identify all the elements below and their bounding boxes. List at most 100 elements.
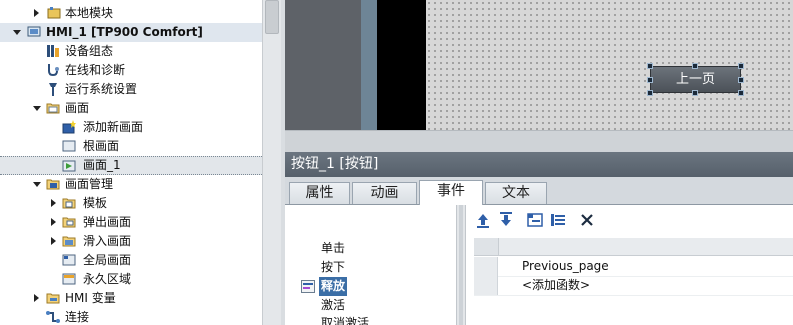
runtime-settings-icon — [46, 82, 60, 96]
selection-handle[interactable] — [647, 63, 653, 69]
tree-item-device-config[interactable]: 设备组态 — [0, 42, 262, 61]
tree-item-screen-management[interactable]: 画面管理 — [0, 175, 262, 194]
expand-arrow-icon[interactable] — [34, 294, 39, 302]
function-row[interactable]: Previous_page — [474, 257, 793, 277]
folder-icon — [46, 101, 60, 115]
editor-bottom-bar — [285, 130, 793, 153]
tree-item-connections[interactable]: 连接 — [0, 308, 262, 325]
tree-item-online-diagnostics[interactable]: 在线和诊断 — [0, 61, 262, 80]
global-screen-icon — [62, 253, 76, 267]
event-label: 释放 — [319, 277, 348, 296]
delete-icon[interactable] — [578, 211, 596, 229]
tab-texts[interactable]: 文本 — [485, 182, 547, 204]
event-item-activate[interactable]: 激活 — [285, 296, 455, 315]
selection-handle[interactable] — [738, 63, 744, 69]
popup-folder-icon — [62, 215, 76, 229]
add-screen-icon — [62, 120, 76, 134]
tree-scrollbar-thumb[interactable] — [265, 0, 279, 34]
screen-open-icon — [62, 159, 76, 173]
function-name: Previous_page — [522, 259, 609, 273]
inspector-title: 按钮_1 [按钮] — [291, 156, 379, 172]
tree-item-screens[interactable]: 画面 — [0, 99, 262, 118]
tree-item-local-modules[interactable]: 本地模块 — [0, 4, 262, 23]
function-row-add[interactable]: <添加函数> — [474, 276, 793, 296]
template-folder-icon — [62, 196, 76, 210]
device-config-icon — [46, 44, 60, 58]
event-label: 单击 — [321, 241, 346, 255]
add-function-placeholder: <添加函数> — [522, 278, 591, 292]
expand-arrow-icon[interactable] — [51, 218, 56, 226]
screen-icon — [62, 139, 76, 153]
screen-button-previous-page[interactable]: 上一页 — [650, 66, 741, 93]
tree-item-add-screen[interactable]: 添加新画面 — [0, 118, 262, 137]
tree-item-hmi-tags[interactable]: HMI 变量 — [0, 289, 262, 308]
tree-item-popup-screens[interactable]: 弹出画面 — [0, 213, 262, 232]
hmi-device-icon — [27, 25, 41, 39]
expand-arrow-icon[interactable] — [51, 237, 56, 245]
selection-handle[interactable] — [692, 63, 698, 69]
event-label: 激活 — [321, 298, 346, 312]
function-list-table: Previous_page <添加函数> — [474, 238, 793, 325]
online-diagnostics-icon — [46, 63, 60, 77]
insert-function-icon[interactable] — [526, 211, 544, 229]
tree-item-label: 模板 — [83, 196, 108, 210]
tree-item-screen-1[interactable]: 画面_1 — [0, 156, 262, 175]
hmi-device-frame — [377, 0, 426, 130]
event-item-click[interactable]: 单击 — [285, 239, 455, 258]
event-list: 单击 按下 释放 激活 取消激活 — [285, 205, 455, 325]
tree-item-label: 画面 — [65, 101, 90, 115]
tab-properties[interactable]: 属性 — [289, 182, 350, 204]
screen-button-label: 上一页 — [675, 72, 715, 87]
function-list-icon[interactable] — [549, 211, 567, 229]
tab-label: 事件 — [437, 183, 465, 199]
expand-arrow-icon[interactable] — [51, 199, 56, 207]
tree-item-global-screen[interactable]: 全局画面 — [0, 251, 262, 270]
tree-scrollbar[interactable] — [262, 0, 281, 325]
selection-handle[interactable] — [692, 90, 698, 96]
screen-management-folder-icon — [46, 177, 60, 191]
event-item-release[interactable]: 释放 — [285, 277, 455, 296]
tree-item-label: 在线和诊断 — [65, 63, 126, 77]
event-list-splitter[interactable] — [456, 205, 466, 325]
tab-events[interactable]: 事件 — [419, 180, 483, 205]
splitter-grip[interactable] — [459, 205, 463, 325]
tree-item-label: HMI_1 [TP900 Comfort] — [46, 25, 203, 39]
tab-animations[interactable]: 动画 — [352, 182, 417, 204]
tree-item-runtime-settings[interactable]: 运行系统设置 — [0, 80, 262, 99]
tree-item-label: 弹出画面 — [83, 215, 132, 229]
expand-arrow-icon[interactable] — [34, 9, 39, 17]
tree-item-label: 设备组态 — [65, 44, 114, 58]
tree-item-label: 运行系统设置 — [65, 82, 138, 96]
tree-item-slidein-screens[interactable]: 滑入画面 — [0, 232, 262, 251]
tree-item-label: 本地模块 — [65, 6, 114, 20]
tab-label: 文本 — [502, 185, 530, 201]
tree-item-label: 添加新画面 — [83, 120, 144, 134]
tree-item-permanent-area[interactable]: 永久区域 — [0, 270, 262, 289]
screen-editor-border — [361, 0, 377, 130]
event-item-press[interactable]: 按下 — [285, 258, 455, 277]
tree-item-label: 滑入画面 — [83, 234, 132, 248]
permanent-area-icon — [62, 272, 76, 286]
collapse-arrow-icon[interactable] — [33, 106, 41, 111]
row-handle[interactable] — [474, 257, 498, 276]
connections-icon — [46, 310, 60, 324]
move-up-icon[interactable] — [474, 211, 492, 229]
tree-item-hmi-device[interactable]: HMI_1 [TP900 Comfort] — [0, 23, 262, 42]
tree-item-root-screen[interactable]: 根画面 — [0, 137, 262, 156]
tree-item-label: HMI 变量 — [65, 291, 116, 305]
selection-handle[interactable] — [647, 90, 653, 96]
selection-handle[interactable] — [738, 90, 744, 96]
tree-item-label: 连接 — [65, 310, 90, 324]
hmi-tags-folder-icon — [46, 291, 60, 305]
tab-label: 属性 — [305, 185, 334, 201]
function-list-toolbar — [470, 207, 793, 233]
row-handle[interactable] — [474, 276, 498, 295]
collapse-arrow-icon[interactable] — [13, 30, 21, 35]
event-item-deactivate[interactable]: 取消激活 — [285, 315, 455, 325]
selection-handle[interactable] — [647, 77, 653, 83]
local-module-icon — [47, 6, 61, 20]
move-down-icon[interactable] — [497, 211, 515, 229]
tree-item-templates[interactable]: 模板 — [0, 194, 262, 213]
selection-handle[interactable] — [738, 77, 744, 83]
collapse-arrow-icon[interactable] — [33, 182, 41, 187]
